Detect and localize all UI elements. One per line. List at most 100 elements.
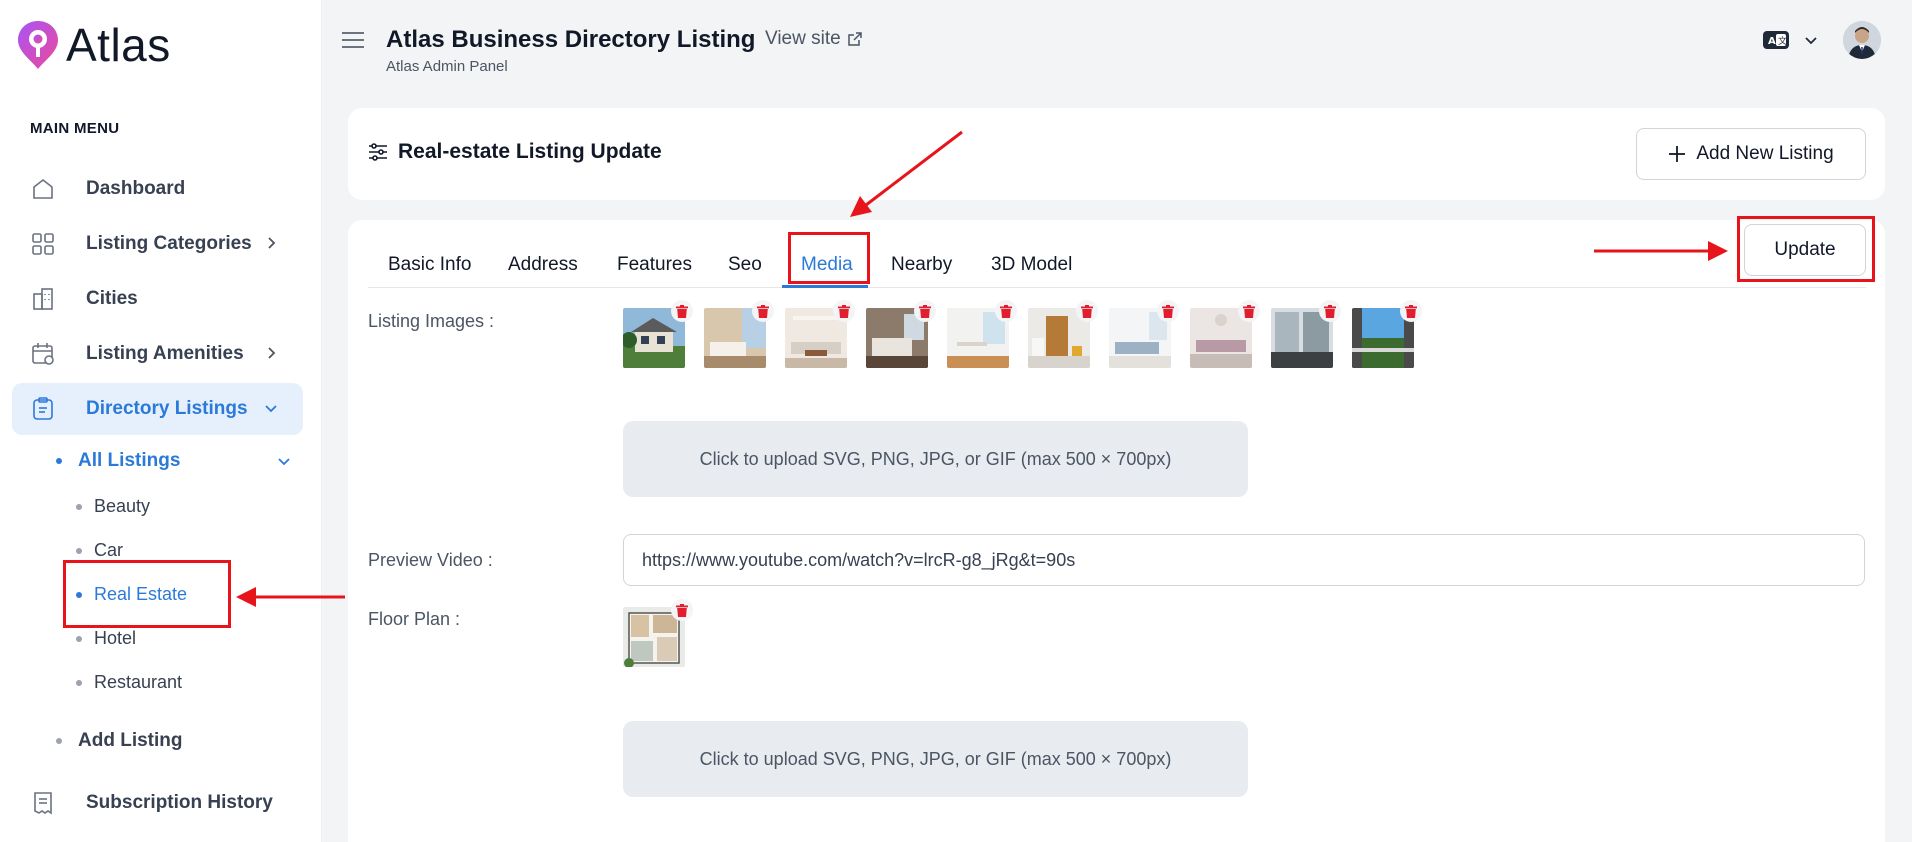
tab-seo[interactable]: Seo [728,254,762,276]
sidebar-item-car[interactable]: Car [76,540,123,561]
tab-3d-model[interactable]: 3D Model [991,254,1072,276]
active-tab-indicator [782,285,868,288]
sidebar-item-label: Cities [86,288,138,309]
trash-icon [1405,304,1417,318]
svg-text:A: A [1768,36,1776,47]
annotation-box-media-tab [788,232,870,284]
sidebar-item-label: Beauty [94,496,151,516]
delete-image-button[interactable] [1157,300,1179,322]
sliders-icon [369,143,387,161]
sidebar-item-label: Subscription History [86,792,273,813]
tab-bar: Basic Info Address Features Seo Media Ne… [368,240,1866,288]
sidebar-item-label: Restaurant [94,672,183,692]
tab-features[interactable]: Features [617,254,692,276]
delete-image-button[interactable] [1400,300,1422,322]
receipt-icon [34,792,52,815]
hamburger-menu-icon[interactable] [342,32,364,50]
calendar-icon [32,343,54,365]
sidebar-item-hotel[interactable]: Hotel [76,628,136,649]
sidebar-item-label: Directory Listings [86,398,248,419]
avatar[interactable] [1843,21,1881,59]
bullet [76,680,82,687]
clipboard-icon [33,397,53,420]
annotation-box-real-estate [63,560,231,628]
delete-image-button[interactable] [1319,300,1341,322]
sidebar-item-label: Car [94,540,124,560]
sidebar-item-beauty[interactable]: Beauty [76,496,150,517]
delete-image-button[interactable] [1076,300,1098,322]
trash-icon [1243,304,1255,318]
sidebar-item-label: Hotel [94,628,137,648]
floor-plan-label: Floor Plan : [368,609,461,629]
bullet [76,504,82,511]
floor-plan-upload-dropzone[interactable]: Click to upload SVG, PNG, JPG, or GIF (m… [623,721,1248,797]
chevron-down-icon [1805,37,1817,45]
bullet [56,457,62,464]
tab-basic-info[interactable]: Basic Info [388,254,471,276]
trash-icon [1324,304,1336,318]
delete-image-button[interactable] [914,300,936,322]
preview-video-label: Preview Video : [368,550,493,570]
language-selector[interactable]: A文 [1762,30,1818,50]
chevron-down-icon [278,458,290,466]
home-icon [33,178,53,199]
card-title: Real-estate Listing Update [368,140,662,164]
svg-text:文: 文 [1778,35,1787,47]
sidebar-item-subscription-history[interactable]: Subscription History [12,777,303,829]
delete-image-button[interactable] [752,300,774,322]
sidebar: Atlas MAIN MENU Dashboard Listing Catego… [0,0,322,842]
tab-nearby[interactable]: Nearby [891,254,952,276]
delete-image-button[interactable] [995,300,1017,322]
sidebar-item-listing-amenities[interactable]: Listing Amenities [12,328,303,380]
add-new-listing-button[interactable]: Add New Listing [1636,128,1866,180]
building-icon [33,288,53,310]
page-subtitle: Atlas Admin Panel [386,58,508,75]
bullet [76,548,82,555]
sidebar-item-label: Listing Amenities [86,343,244,364]
grid-icon [32,233,54,255]
chevron-right-icon [268,347,276,359]
chevron-down-icon [265,405,277,413]
listing-images-label: Listing Images : [368,311,495,331]
trash-icon [676,304,688,318]
view-site-label: View site [765,28,841,49]
main-menu-heading: MAIN MENU [30,120,120,137]
card-title-text: Real-estate Listing Update [398,140,662,163]
listing-images-upload-dropzone[interactable]: Click to upload SVG, PNG, JPG, or GIF (m… [623,421,1248,497]
translate-icon: A文 [1763,31,1789,49]
tab-address[interactable]: Address [508,254,578,276]
trash-icon [1162,304,1174,318]
bullet [76,636,82,643]
sidebar-item-add-listing[interactable]: Add Listing [56,730,182,752]
add-new-listing-label: Add New Listing [1696,143,1834,164]
view-site-link[interactable]: View site [765,28,863,50]
sidebar-item-cities[interactable]: Cities [12,273,303,325]
bullet [56,737,62,744]
sidebar-item-restaurant[interactable]: Restaurant [76,672,182,693]
delete-image-button[interactable] [833,300,855,322]
delete-image-button[interactable] [1238,300,1260,322]
sidebar-item-directory-listings[interactable]: Directory Listings [12,383,303,435]
trash-icon [676,603,688,617]
trash-icon [757,304,769,318]
external-link-icon [847,32,862,46]
delete-image-button[interactable] [671,300,693,322]
plus-icon [1669,146,1686,162]
logo-text: Atlas [66,19,171,71]
logo[interactable]: Atlas [16,18,171,72]
trash-icon [1081,304,1093,318]
user-avatar-image [1843,21,1881,59]
logo-pin-icon [18,21,58,69]
trash-icon [838,304,850,318]
sidebar-item-all-listings[interactable]: All Listings [56,450,292,472]
delete-floor-plan-button[interactable] [671,599,693,621]
sidebar-item-label: Add Listing [78,730,183,751]
preview-video-input[interactable] [623,534,1865,586]
sidebar-item-label: Dashboard [86,178,186,199]
chevron-right-icon [268,237,276,249]
sidebar-item-listing-categories[interactable]: Listing Categories [12,218,303,270]
trash-icon [919,304,931,318]
sidebar-item-label: Listing Categories [86,233,252,254]
annotation-box-update-button [1737,216,1875,282]
sidebar-item-dashboard[interactable]: Dashboard [12,163,303,215]
